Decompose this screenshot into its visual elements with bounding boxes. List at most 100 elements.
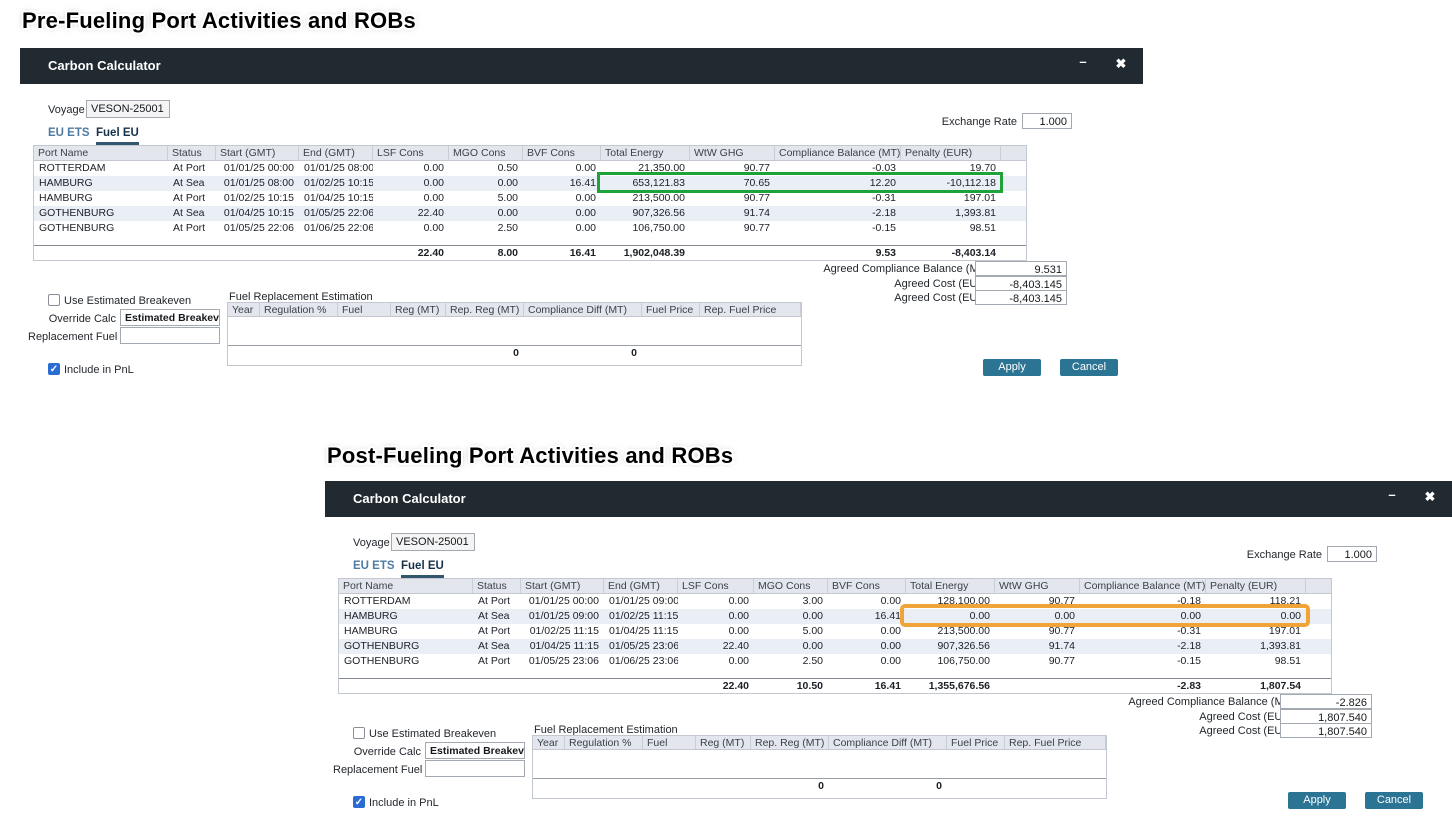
fuel-column-header[interactable]: Rep. Reg (MT): [446, 303, 524, 316]
column-header[interactable]: Penalty (EUR): [1206, 579, 1306, 593]
table-row[interactable]: HAMBURGAt Sea01/01/25 09:0001/02/25 11:1…: [339, 609, 1331, 624]
table-row[interactable]: ROTTERDAMAt Port01/01/25 00:0001/01/25 0…: [339, 594, 1331, 609]
column-header[interactable]: Compliance Balance (MT): [775, 146, 901, 160]
override-calc-input[interactable]: Estimated Breakeven: [120, 309, 220, 326]
close-icon[interactable]: ✖: [1422, 489, 1438, 505]
table-totals-row: 22.408.0016.411,902,048.399.53-8,403.14: [34, 245, 1026, 260]
tab-eu-ets[interactable]: EU ETS: [353, 560, 395, 572]
fuel-replacement-table[interactable]: YearRegulation %FuelReg (MT)Rep. Reg (MT…: [227, 302, 802, 366]
table-row[interactable]: GOTHENBURGAt Port01/05/25 23:0601/06/25 …: [339, 654, 1331, 669]
table-row[interactable]: HAMBURGAt Port01/02/25 11:1501/04/25 11:…: [339, 624, 1331, 639]
fuel-column-header[interactable]: Compliance Diff (MT): [524, 303, 642, 316]
table-cell: At Sea: [473, 609, 521, 624]
replacement-fuel-input[interactable]: [425, 760, 525, 777]
fuel-column-header[interactable]: Fuel Price: [642, 303, 700, 316]
agreed-cost-input-1[interactable]: -8,403.145: [975, 276, 1067, 291]
replacement-fuel-input[interactable]: [120, 327, 220, 344]
fuel-column-header[interactable]: Rep. Fuel Price: [1005, 736, 1106, 749]
cancel-button[interactable]: Cancel: [1060, 359, 1118, 376]
fuel-replacement-table[interactable]: YearRegulation %FuelReg (MT)Rep. Reg (MT…: [532, 735, 1107, 799]
column-header[interactable]: Total Energy: [906, 579, 995, 593]
use-estimated-breakeven-checkbox[interactable]: [353, 727, 365, 739]
column-header[interactable]: Port Name: [339, 579, 473, 593]
fuel-column-header[interactable]: Reg (MT): [391, 303, 446, 316]
column-header[interactable]: End (GMT): [299, 146, 373, 160]
window-title: Carbon Calculator: [353, 491, 466, 506]
fuel-column-header[interactable]: Compliance Diff (MT): [829, 736, 947, 749]
agreed-compliance-balance-input[interactable]: -2.826: [1280, 694, 1372, 709]
agreed-cost-input-2[interactable]: -8,403.145: [975, 290, 1067, 305]
agreed-cost-input-2[interactable]: 1,807.540: [1280, 723, 1372, 738]
table-cell: 01/05/25 22:06: [299, 206, 373, 221]
column-header[interactable]: Start (GMT): [216, 146, 299, 160]
tab-fuel-eu[interactable]: Fuel EU: [401, 560, 444, 578]
fuel-column-header[interactable]: Fuel: [643, 736, 696, 749]
table-row[interactable]: GOTHENBURGAt Port01/05/25 22:0601/06/25 …: [34, 221, 1026, 236]
column-header[interactable]: Port Name: [34, 146, 168, 160]
column-header[interactable]: Status: [168, 146, 216, 160]
fuel-column-header[interactable]: Rep. Reg (MT): [751, 736, 829, 749]
table-row[interactable]: HAMBURGAt Port01/02/25 10:1501/04/25 10:…: [34, 191, 1026, 206]
column-header[interactable]: MGO Cons: [754, 579, 828, 593]
tab-eu-ets[interactable]: EU ETS: [48, 127, 90, 139]
column-header[interactable]: WtW GHG: [995, 579, 1080, 593]
voyage-input[interactable]: VESON-25001: [86, 100, 170, 118]
column-header[interactable]: BVF Cons: [523, 146, 601, 160]
fuel-totals-cell: [565, 779, 643, 793]
cancel-button[interactable]: Cancel: [1365, 792, 1423, 809]
column-header[interactable]: MGO Cons: [449, 146, 523, 160]
override-calc-input[interactable]: Estimated Breakeven: [425, 742, 525, 759]
exchange-rate-input[interactable]: 1.000: [1022, 113, 1072, 129]
column-header[interactable]: BVF Cons: [828, 579, 906, 593]
exchange-rate-input[interactable]: 1.000: [1327, 546, 1377, 562]
minimize-icon[interactable]: –: [1384, 487, 1400, 502]
table-row[interactable]: GOTHENBURGAt Sea01/04/25 11:1501/05/25 2…: [339, 639, 1331, 654]
fuel-column-header[interactable]: Reg (MT): [696, 736, 751, 749]
port-activities-table[interactable]: Port NameStatusStart (GMT)End (GMT)LSF C…: [33, 145, 1027, 261]
include-in-pnl-checkbox[interactable]: [353, 796, 365, 808]
column-header[interactable]: Start (GMT): [521, 579, 604, 593]
fuel-totals-cell: [260, 346, 338, 360]
totals-cell: 8.00: [449, 246, 523, 260]
override-calc-label: Override Calc: [341, 746, 421, 758]
table-row[interactable]: ROTTERDAMAt Port01/01/25 00:0001/01/25 0…: [34, 161, 1026, 176]
fuel-column-header[interactable]: Fuel: [338, 303, 391, 316]
column-header[interactable]: End (GMT): [604, 579, 678, 593]
table-cell: 01/04/25 10:15: [216, 206, 299, 221]
table-row[interactable]: GOTHENBURGAt Sea01/04/25 10:1501/05/25 2…: [34, 206, 1026, 221]
fuel-column-header[interactable]: Year: [533, 736, 565, 749]
column-header[interactable]: Compliance Balance (MT): [1080, 579, 1206, 593]
table-cell: 5.00: [449, 191, 523, 206]
fuel-column-header[interactable]: Regulation %: [565, 736, 643, 749]
fuel-column-header[interactable]: Rep. Fuel Price: [700, 303, 801, 316]
fuel-column-header[interactable]: Year: [228, 303, 260, 316]
minimize-icon[interactable]: –: [1075, 54, 1091, 69]
totals-cell: [168, 246, 216, 260]
port-activities-table[interactable]: Port NameStatusStart (GMT)End (GMT)LSF C…: [338, 578, 1332, 694]
titlebar[interactable]: Carbon Calculator – ✖: [20, 48, 1143, 84]
column-header[interactable]: Status: [473, 579, 521, 593]
column-header[interactable]: LSF Cons: [678, 579, 754, 593]
apply-button[interactable]: Apply: [983, 359, 1041, 376]
voyage-input[interactable]: VESON-25001: [391, 533, 475, 551]
fuel-column-header[interactable]: Fuel Price: [947, 736, 1005, 749]
include-in-pnl-checkbox[interactable]: [48, 363, 60, 375]
use-estimated-breakeven-label: Use Estimated Breakeven: [369, 728, 496, 740]
table-row[interactable]: HAMBURGAt Sea01/01/25 08:0001/02/25 10:1…: [34, 176, 1026, 191]
column-header[interactable]: WtW GHG: [690, 146, 775, 160]
column-header[interactable]: Total Energy: [601, 146, 690, 160]
titlebar[interactable]: Carbon Calculator – ✖: [325, 481, 1452, 517]
table-cell: 0.00: [523, 161, 601, 176]
close-icon[interactable]: ✖: [1113, 56, 1129, 72]
fuel-column-header[interactable]: Regulation %: [260, 303, 338, 316]
use-estimated-breakeven-checkbox[interactable]: [48, 294, 60, 306]
column-header[interactable]: Penalty (EUR): [901, 146, 1001, 160]
column-header[interactable]: LSF Cons: [373, 146, 449, 160]
table-cell: 0.00: [754, 609, 828, 624]
totals-cell: 10.50: [754, 679, 828, 693]
apply-button[interactable]: Apply: [1288, 792, 1346, 809]
header-filler: [1306, 579, 1331, 593]
tab-fuel-eu[interactable]: Fuel EU: [96, 127, 139, 145]
agreed-cost-input-1[interactable]: 1,807.540: [1280, 709, 1372, 724]
agreed-compliance-balance-input[interactable]: 9.531: [975, 261, 1067, 276]
